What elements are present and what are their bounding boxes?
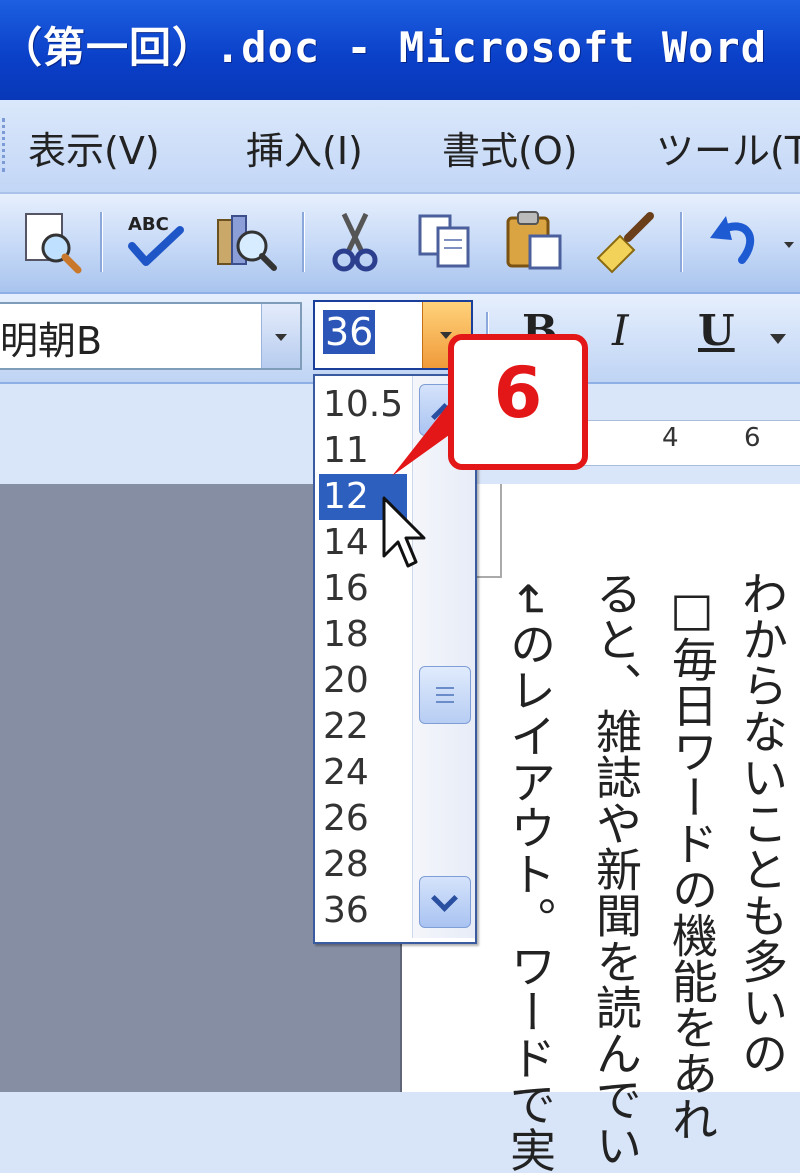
italic-button[interactable]: I [612, 306, 629, 355]
toolbar-separator [680, 212, 682, 272]
menu-format[interactable]: 書式(O) [442, 120, 578, 175]
ruler-tick: 6 [744, 423, 761, 453]
font-name-dropdown-button[interactable] [261, 304, 300, 368]
paste-icon[interactable] [502, 208, 568, 274]
spelling-icon[interactable]: ABC [122, 208, 188, 274]
menu-view[interactable]: 表示(V) [28, 120, 160, 175]
title-bar: （第一回）.doc - Microsoft Word [0, 0, 800, 100]
chevron-down-icon [431, 885, 458, 912]
document-text-line: ↵のレイアウト。ワードで実 [503, 582, 557, 1173]
font-name-value: 明朝B [0, 319, 103, 363]
menu-tools[interactable]: ツール(T [656, 120, 800, 175]
font-size-option[interactable]: 28 [319, 842, 407, 888]
ruler-tick: 4 [662, 423, 679, 453]
font-size-option[interactable]: 26 [319, 796, 407, 842]
print-preview-icon[interactable] [18, 208, 84, 274]
toolbar-separator [100, 212, 102, 272]
svg-text:ABC: ABC [128, 214, 169, 235]
font-size-option[interactable]: 20 [319, 658, 407, 704]
document-text-line: □毎日ワードの機能をあれ [665, 582, 719, 1142]
menu-insert[interactable]: 挿入(I) [246, 120, 363, 175]
font-size-option[interactable]: 22 [319, 704, 407, 750]
cut-icon[interactable] [322, 208, 388, 274]
standard-toolbar: ABC [0, 194, 800, 294]
undo-dropdown-icon[interactable] [770, 208, 800, 274]
font-size-option[interactable]: 36 [319, 888, 407, 934]
undo-icon[interactable] [702, 208, 768, 274]
step-callout: 6 [448, 334, 588, 470]
mouse-cursor-icon [382, 496, 426, 568]
font-size-option[interactable]: 18 [319, 612, 407, 658]
font-size-value[interactable]: 36 [323, 310, 376, 354]
window-title: （第一回）.doc - Microsoft Word [0, 23, 768, 72]
font-size-option[interactable]: 10.5 [319, 382, 407, 428]
scroll-thumb[interactable] [419, 666, 471, 724]
formatting-toolbar: 明朝B 36 B I U [0, 294, 800, 384]
format-painter-icon[interactable] [592, 208, 658, 274]
font-size-option[interactable]: 24 [319, 750, 407, 796]
research-icon[interactable] [212, 208, 278, 274]
chevron-down-icon [440, 332, 452, 339]
toolbar-separator [302, 212, 304, 272]
scroll-down-button[interactable] [419, 876, 471, 928]
menu-grip [2, 118, 11, 172]
font-name-combo[interactable]: 明朝B [0, 302, 302, 370]
step-number: 6 [493, 352, 543, 434]
document-text-line: わからないことも多いの [735, 570, 789, 1076]
chevron-down-icon [275, 334, 287, 341]
menu-bar: 表示(V) 挿入(I) 書式(O) ツール(T [0, 100, 800, 194]
font-size-option[interactable]: 16 [319, 566, 407, 612]
underline-dropdown-icon[interactable] [766, 328, 790, 348]
font-size-option[interactable]: 11 [319, 428, 407, 474]
underline-button[interactable]: U [698, 306, 735, 355]
document-text-line: ると、雑誌や新聞を読んでい [589, 570, 643, 1168]
copy-icon[interactable] [412, 208, 478, 274]
